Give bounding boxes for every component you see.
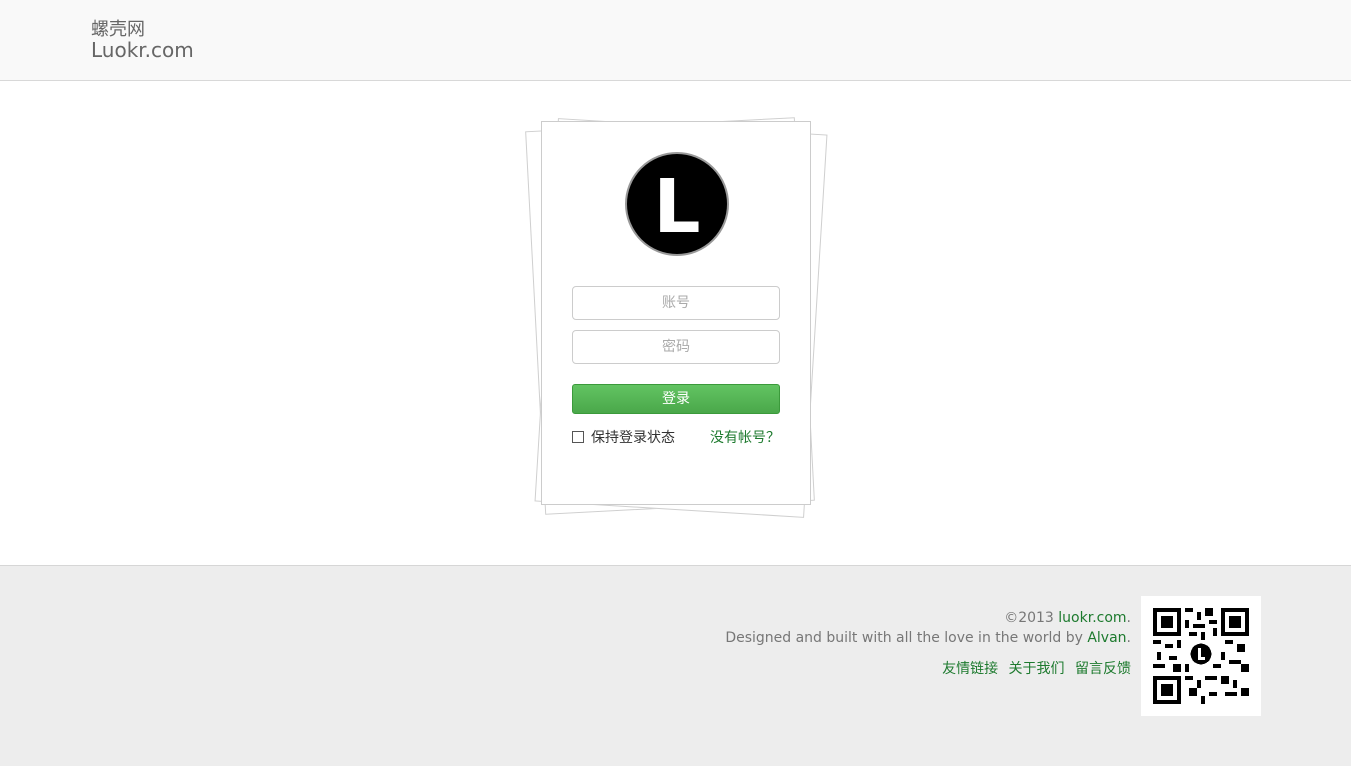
footer-credits: ©2013 luokr.com. Designed and built with… [725, 608, 1131, 648]
brand-logo-link[interactable]: 螺壳网 Luokr.com [91, 19, 194, 62]
footer-links: 友情链接 关于我们 留言反馈 [936, 658, 1131, 678]
brand-name-cn: 螺壳网 [91, 19, 145, 40]
designed-text: Designed and built with all the love in … [725, 630, 1088, 646]
friend-links-link[interactable]: 友情链接 [942, 661, 998, 677]
login-card: L 登录 保持登录状态 没有帐号？ [541, 121, 811, 505]
account-input[interactable] [572, 286, 780, 320]
feedback-link[interactable]: 留言反馈 [1075, 661, 1131, 677]
designed-line: Designed and built with all the love in … [725, 628, 1131, 648]
remember-label: 保持登录状态 [591, 430, 675, 446]
copyright-text: ©2013 [1004, 610, 1059, 626]
password-input[interactable] [572, 330, 780, 364]
period: . [1126, 630, 1131, 646]
login-button[interactable]: 登录 [572, 384, 780, 414]
logo-letter-l-icon: L [625, 152, 729, 256]
qr-code-icon [1141, 596, 1261, 716]
remember-checkbox[interactable] [572, 431, 584, 443]
about-us-link[interactable]: 关于我们 [1009, 661, 1065, 677]
register-link[interactable]: 没有帐号？ [710, 427, 780, 447]
page-footer: ©2013 luokr.com. Designed and built with… [0, 565, 1351, 766]
period: . [1126, 610, 1131, 626]
remember-me[interactable]: 保持登录状态 [572, 427, 675, 447]
avatar-letter: L [653, 164, 700, 250]
copyright-line: ©2013 luokr.com. [725, 608, 1131, 628]
author-link[interactable]: Alvan [1087, 630, 1126, 646]
site-link[interactable]: luokr.com [1058, 610, 1126, 626]
brand-name-en: Luokr.com [91, 38, 194, 62]
top-header: 螺壳网 Luokr.com [0, 0, 1351, 81]
